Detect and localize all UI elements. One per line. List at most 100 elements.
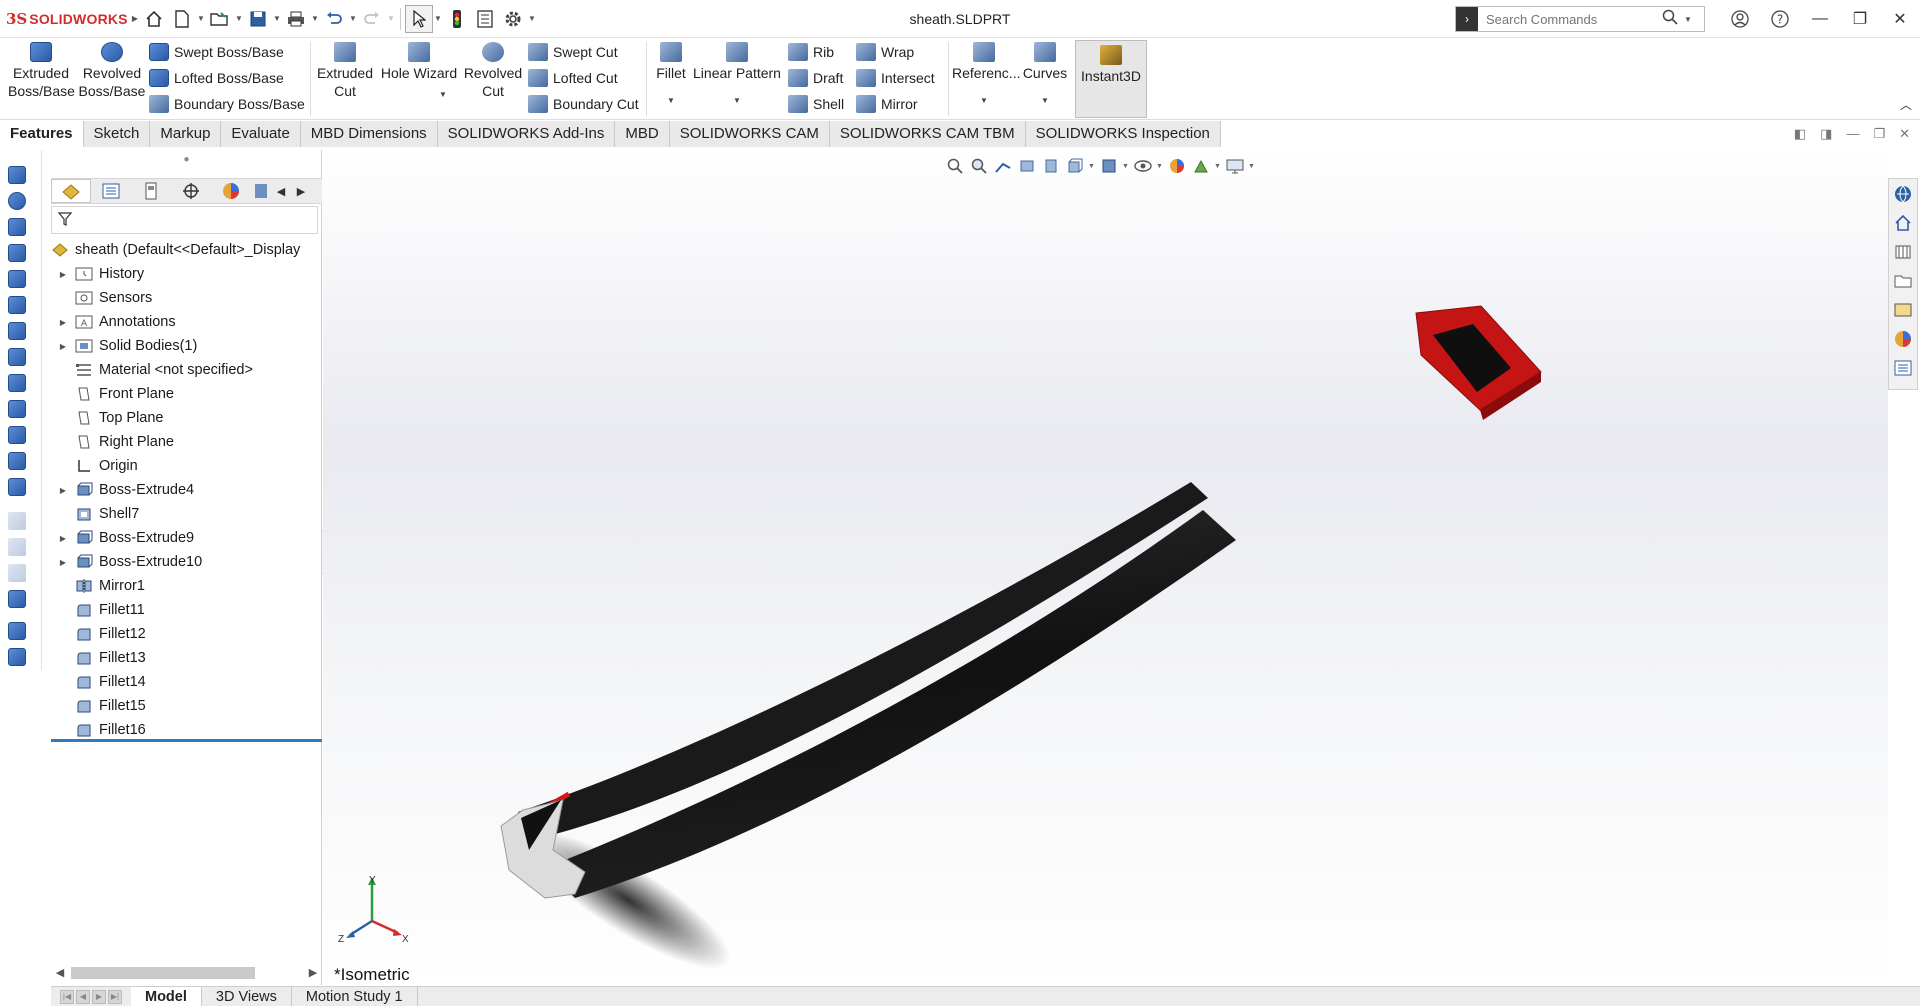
linear-pattern-dropdown-icon[interactable]: ▼: [692, 92, 782, 110]
display-style-icon[interactable]: [1098, 156, 1120, 176]
lofted-boss-button[interactable]: Lofted Boss/Base: [149, 66, 284, 90]
design-library-icon[interactable]: [1889, 237, 1917, 266]
undo-icon[interactable]: [320, 5, 348, 33]
rollback-bar[interactable]: [51, 739, 322, 742]
search-commands-box[interactable]: › ▼: [1455, 6, 1705, 32]
home-task-icon[interactable]: [1889, 208, 1917, 237]
edit-appearance-icon[interactable]: [1166, 156, 1188, 176]
graphics-area[interactable]: [323, 150, 1888, 986]
redo-dropdown-icon[interactable]: ▼: [386, 14, 396, 23]
home-icon[interactable]: [140, 5, 168, 33]
tab-solidworks-add-ins[interactable]: SOLIDWORKS Add-Ins: [437, 121, 616, 147]
view-palette-icon[interactable]: [1889, 295, 1917, 324]
tree-node[interactable]: ▶Mirror1: [51, 574, 322, 598]
next-tab-icon[interactable]: ▶: [92, 989, 106, 1004]
appearances-icon[interactable]: [1889, 324, 1917, 353]
spline-shortcut-icon[interactable]: [8, 648, 26, 666]
draft-button[interactable]: Draft: [788, 66, 843, 90]
tab-evaluate[interactable]: Evaluate: [221, 121, 301, 147]
view-orientation-icon[interactable]: [1064, 156, 1086, 176]
tile-left-icon[interactable]: ◧: [1794, 126, 1806, 142]
tree-node[interactable]: ▶Top Plane: [51, 406, 322, 430]
tree-node[interactable]: ▶Fillet11: [51, 598, 322, 622]
custom-properties-icon[interactable]: [1889, 353, 1917, 382]
reference-dropdown-icon[interactable]: ▼: [952, 92, 1016, 110]
reference-geometry-button[interactable]: Referenc... ▼: [952, 42, 1020, 110]
tree-node[interactable]: ▶ Boss-Extrude10: [51, 550, 322, 574]
tabs-scroll-left-icon[interactable]: ◀: [271, 185, 291, 198]
swept-cut-button[interactable]: Swept Cut: [528, 40, 618, 64]
feature-tree-filter[interactable]: [51, 206, 318, 234]
lofted-cut-button[interactable]: Lofted Cut: [528, 66, 618, 90]
tree-node[interactable]: ▶Fillet15: [51, 694, 322, 718]
restore-icon[interactable]: ❐: [1840, 0, 1880, 38]
revolved-cut-button[interactable]: Revolved Cut: [462, 42, 524, 100]
search-input[interactable]: [1478, 11, 1658, 27]
view-orientation-dropdown-icon[interactable]: ▼: [1088, 163, 1096, 170]
minimize-icon[interactable]: —: [1800, 0, 1840, 38]
hole-shortcut-icon[interactable]: [8, 426, 26, 444]
tree-node[interactable]: ▶Material <not specified>: [51, 358, 322, 382]
curves-shortcut-icon[interactable]: [8, 622, 26, 640]
tree-node[interactable]: ▶ A Annotations: [51, 310, 322, 334]
fillet-dropdown-icon[interactable]: ▼: [652, 92, 690, 110]
tree-node[interactable]: ▶ Boss-Extrude9: [51, 526, 322, 550]
mirror-button[interactable]: Mirror: [856, 92, 918, 116]
options-gear-icon[interactable]: [499, 5, 527, 33]
open-dropdown-icon[interactable]: ▼: [234, 14, 244, 23]
tab-model[interactable]: Model: [131, 987, 202, 1006]
property-manager-tab-icon[interactable]: [91, 179, 131, 203]
cam-tab-icon[interactable]: [251, 179, 271, 203]
dimxpert-tab-icon[interactable]: [171, 179, 211, 203]
scroll-thumb[interactable]: [71, 967, 255, 979]
select-dropdown-icon[interactable]: ▼: [433, 14, 443, 23]
doc-close-icon[interactable]: ✕: [1899, 126, 1910, 142]
rebuild-icon[interactable]: [443, 5, 471, 33]
display-style-dropdown-icon[interactable]: ▼: [1122, 163, 1130, 170]
fillet-button[interactable]: Fillet ▼: [652, 42, 690, 110]
zoom-to-fit-icon[interactable]: [944, 156, 966, 176]
hide-show-dropdown-icon[interactable]: ▼: [1156, 163, 1164, 170]
select-pointer-icon[interactable]: [405, 4, 433, 33]
mirror-shortcut-icon[interactable]: [8, 478, 26, 496]
extruded-boss-button[interactable]: Extruded Boss/Base: [8, 42, 75, 100]
tab-sketch[interactable]: Sketch: [83, 121, 151, 147]
revolve-shortcut-icon[interactable]: [8, 192, 26, 210]
curves-button[interactable]: Curves ▼: [1020, 42, 1070, 110]
instant3d-button[interactable]: Instant3D: [1075, 40, 1147, 118]
help-icon[interactable]: ?: [1760, 0, 1800, 38]
configuration-manager-tab-icon[interactable]: [131, 179, 171, 203]
tree-root-part[interactable]: sheath (Default<<Default>_Display: [51, 238, 322, 262]
extrude-shortcut-icon[interactable]: [8, 166, 26, 184]
intersect-button[interactable]: Intersect: [856, 66, 935, 90]
tabs-scroll-right-icon[interactable]: ▶: [291, 185, 311, 198]
search-dropdown-icon[interactable]: ▼: [1684, 15, 1692, 24]
close-icon[interactable]: ✕: [1880, 0, 1920, 38]
tree-node[interactable]: ▶Shell7: [51, 502, 322, 526]
horizontal-scrollbar[interactable]: ◀ ▶: [51, 962, 322, 982]
new-dropdown-icon[interactable]: ▼: [196, 14, 206, 23]
draft-shortcut-icon[interactable]: [8, 400, 26, 418]
tree-node[interactable]: ▶ Boss-Extrude4: [51, 478, 322, 502]
section-view-icon[interactable]: [1016, 156, 1038, 176]
user-account-icon[interactable]: [1720, 0, 1760, 38]
print-icon[interactable]: [282, 5, 310, 33]
print-dropdown-icon[interactable]: ▼: [310, 14, 320, 23]
loft-shortcut-icon[interactable]: [8, 244, 26, 262]
scroll-track[interactable]: [69, 965, 304, 979]
hide-show-items-icon[interactable]: [1132, 156, 1154, 176]
save-dropdown-icon[interactable]: ▼: [272, 14, 282, 23]
view-settings-dropdown-icon[interactable]: ▼: [1248, 163, 1256, 170]
first-tab-icon[interactable]: |◀: [60, 989, 74, 1004]
tab-features[interactable]: Features: [0, 121, 84, 147]
chamfer-shortcut-icon[interactable]: [8, 322, 26, 340]
expand-arrow-icon[interactable]: ▶: [57, 342, 69, 351]
file-properties-icon[interactable]: [471, 5, 499, 33]
tab-3d-views[interactable]: 3D Views: [202, 987, 292, 1006]
tree-node[interactable]: ▶Origin: [51, 454, 322, 478]
shell-button[interactable]: Shell: [788, 92, 844, 116]
rib-shortcut-icon[interactable]: [8, 374, 26, 392]
options-dropdown-icon[interactable]: ▼: [527, 14, 537, 23]
previous-view-icon[interactable]: [992, 156, 1014, 176]
dynamic-annotation-icon[interactable]: [1040, 156, 1062, 176]
